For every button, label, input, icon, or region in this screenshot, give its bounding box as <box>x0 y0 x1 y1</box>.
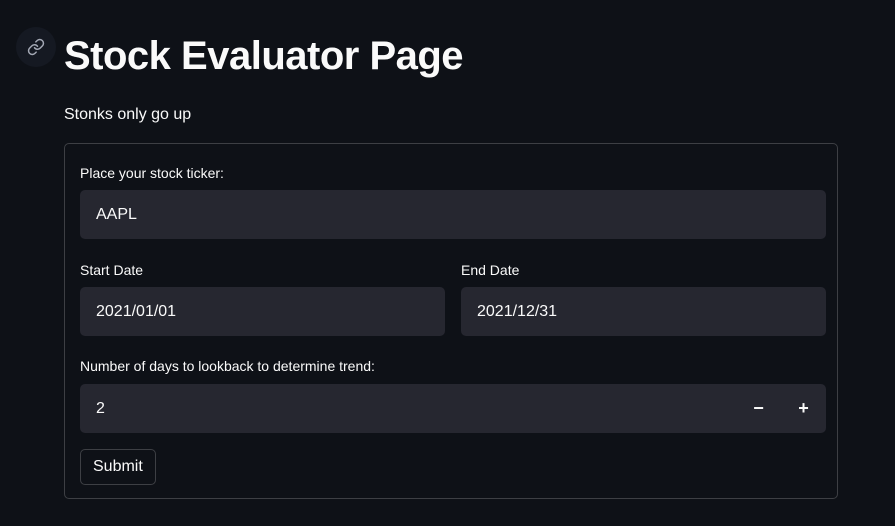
start-date-field[interactable] <box>80 287 445 336</box>
ticker-input[interactable] <box>80 190 826 239</box>
minus-icon: − <box>753 398 764 418</box>
increment-button[interactable]: + <box>781 384 826 433</box>
start-date-label: Start Date <box>80 262 144 278</box>
app-page: Stock Evaluator Page Stonks only go up P… <box>0 0 895 526</box>
lookback-input[interactable] <box>80 384 736 433</box>
page-title: Stock Evaluator Page <box>64 34 464 78</box>
plus-icon: + <box>798 398 809 418</box>
page-subtitle: Stonks only go up <box>64 106 192 123</box>
start-date-input[interactable] <box>80 287 445 336</box>
ticker-field[interactable] <box>80 190 826 239</box>
lookback-label: Number of days to lookback to determine … <box>80 358 375 374</box>
ticker-label: Place your stock ticker: <box>80 165 224 181</box>
submit-button[interactable]: Submit <box>80 449 156 485</box>
decrement-button[interactable]: − <box>736 384 781 433</box>
end-date-input[interactable] <box>461 287 826 336</box>
end-date-field[interactable] <box>461 287 826 336</box>
end-date-label: End Date <box>461 262 520 278</box>
lookback-stepper[interactable]: − + <box>80 384 826 433</box>
stock-form: Place your stock ticker: Start Date End … <box>64 143 838 499</box>
link-icon[interactable] <box>16 27 56 67</box>
